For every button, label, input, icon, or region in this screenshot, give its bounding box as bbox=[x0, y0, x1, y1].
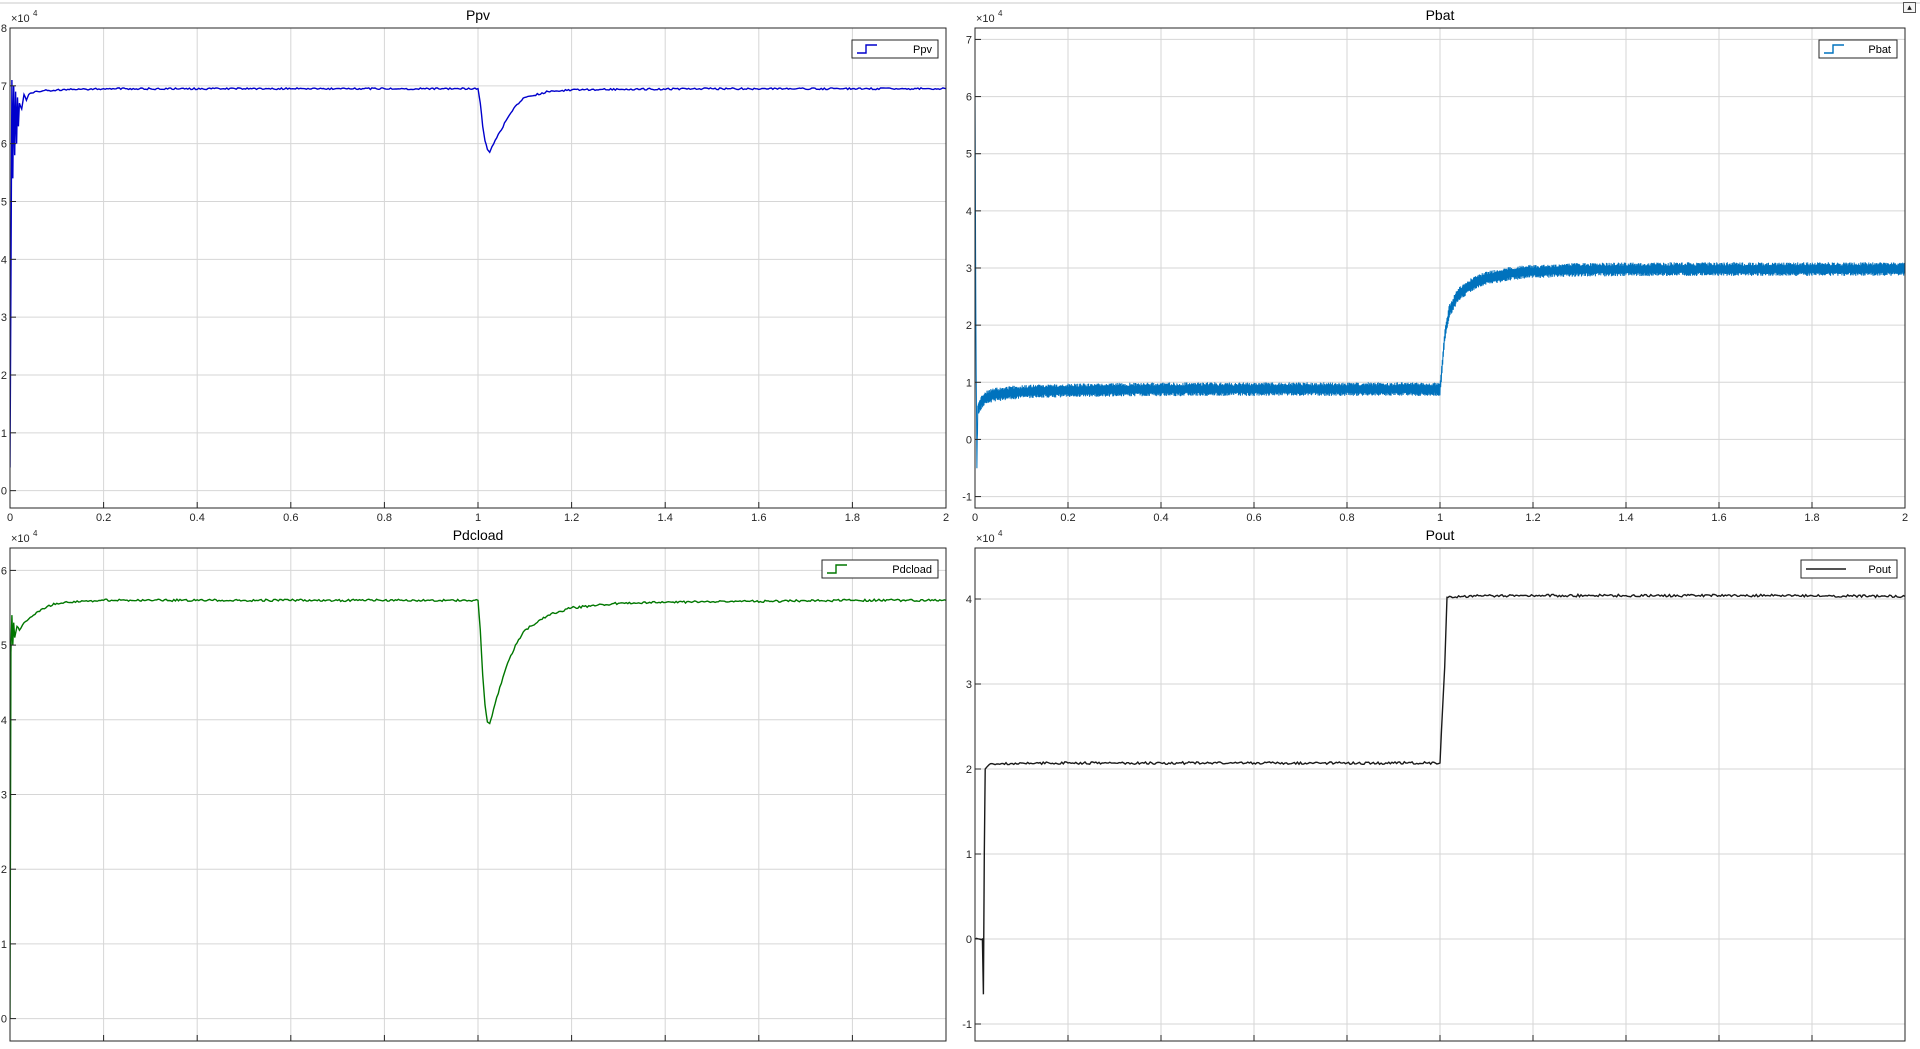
y-tick-label: -1 bbox=[962, 492, 972, 504]
y-tick-label: 0 bbox=[966, 934, 972, 946]
y-tick-label: 4 bbox=[1, 254, 7, 266]
chart-title: Pout bbox=[1426, 527, 1455, 543]
y-tick-label: 1 bbox=[966, 849, 972, 861]
y-tick-label: -1 bbox=[962, 1019, 972, 1031]
y-tick-label: 2 bbox=[1, 370, 7, 382]
x-tick-label: 0.4 bbox=[190, 512, 205, 524]
y-exponent-power: 4 bbox=[33, 529, 38, 538]
x-tick-label: 0.2 bbox=[1060, 512, 1075, 524]
x-tick-label: 1.8 bbox=[845, 512, 860, 524]
chart-pbat: 0 0.2 0.4 0.6 0.8 1 1.2 1.4 1.6 1.8 2-101234567×10… bbox=[962, 7, 1908, 524]
y-tick-label: 8 bbox=[1, 23, 7, 35]
chart-title: Pdcload bbox=[453, 527, 504, 543]
y-tick-label: 2 bbox=[966, 764, 972, 776]
x-tick-label: 1.4 bbox=[1618, 512, 1633, 524]
x-tick-label: 1.2 bbox=[1525, 512, 1540, 524]
chart-title: Ppv bbox=[466, 7, 490, 23]
x-tick-label: 0 bbox=[7, 512, 13, 524]
y-exponent-label: ×10 bbox=[976, 533, 995, 545]
x-tick-label: 2 bbox=[1902, 512, 1908, 524]
y-tick-label: 0 bbox=[1, 486, 7, 498]
y-tick-label: 1 bbox=[966, 377, 972, 389]
legend-label: Pbat bbox=[1868, 44, 1891, 56]
y-tick-label: 5 bbox=[1, 196, 7, 208]
y-tick-label: 4 bbox=[1, 715, 7, 727]
undock-icon[interactable]: ▴ bbox=[1903, 2, 1916, 13]
x-tick-label: 0.8 bbox=[377, 512, 392, 524]
legend-label: Ppv bbox=[913, 44, 932, 56]
y-tick-label: 2 bbox=[966, 320, 972, 332]
y-tick-label: 1 bbox=[1, 939, 7, 951]
x-tick-label: 2 bbox=[943, 512, 949, 524]
x-tick-label: 0.8 bbox=[1339, 512, 1354, 524]
x-tick-label: 1 bbox=[475, 512, 481, 524]
y-exponent-label: ×10 bbox=[976, 13, 995, 25]
y-tick-label: 0 bbox=[966, 434, 972, 446]
scope-plots: 0 0.2 0.4 0.6 0.8 1 1.2 1.4 1.6 1.8 2012345678×10 4… bbox=[0, 2, 1920, 1049]
y-tick-label: 5 bbox=[966, 149, 972, 161]
chart-pdcload: 00.20.40.60.811.21.41.61.820123456×104Pd… bbox=[1, 527, 949, 1049]
y-tick-label: 6 bbox=[1, 565, 7, 577]
legend[interactable]: Pbat bbox=[1818, 39, 1898, 59]
y-exponent-label: ×10 bbox=[11, 13, 30, 25]
y-exponent-power: 4 bbox=[998, 9, 1003, 18]
y-tick-label: 7 bbox=[1, 81, 7, 93]
chart-ppv: 0 0.2 0.4 0.6 0.8 1 1.2 1.4 1.6 1.8 2012345678×10 4… bbox=[1, 7, 949, 524]
legend[interactable]: Pdcload bbox=[821, 559, 939, 579]
y-tick-label: 6 bbox=[966, 92, 972, 104]
chart-title: Pbat bbox=[1426, 7, 1455, 23]
y-tick-label: 3 bbox=[966, 679, 972, 691]
legend[interactable]: Pout bbox=[1800, 559, 1898, 579]
y-tick-label: 1 bbox=[1, 428, 7, 440]
legend-label: Pout bbox=[1868, 564, 1891, 576]
x-tick-label: 0.6 bbox=[283, 512, 298, 524]
y-tick-label: 3 bbox=[1, 312, 7, 324]
y-exponent-power: 4 bbox=[33, 9, 38, 18]
x-tick-label: 0 bbox=[972, 512, 978, 524]
y-exponent-label: ×10 bbox=[11, 533, 30, 545]
y-exponent-power: 4 bbox=[998, 529, 1003, 538]
y-tick-label: 4 bbox=[966, 206, 972, 218]
legend-label: Pdcload bbox=[892, 564, 932, 576]
scope-window: 0 0.2 0.4 0.6 0.8 1 1.2 1.4 1.6 1.8 2 0 1 2 3 4 5 6 7 8 ×10 4… bbox=[0, 0, 1920, 1049]
y-tick-label: 0 bbox=[1, 1014, 7, 1026]
x-tick-label: 1.2 bbox=[564, 512, 579, 524]
y-tick-label: 5 bbox=[1, 640, 7, 652]
x-tick-label: 0.4 bbox=[1153, 512, 1168, 524]
legend[interactable]: Ppv bbox=[851, 39, 939, 59]
y-tick-label: 7 bbox=[966, 34, 972, 46]
y-tick-label: 6 bbox=[1, 139, 7, 151]
y-tick-label: 3 bbox=[1, 790, 7, 802]
y-tick-label: 3 bbox=[966, 263, 972, 275]
chart-pout: 00.20.40.60.811.21.41.61.82-101234×104Po… bbox=[962, 527, 1908, 1049]
x-tick-label: 1.8 bbox=[1804, 512, 1819, 524]
x-tick-label: 0.6 bbox=[1246, 512, 1261, 524]
x-tick-label: 1 bbox=[1437, 512, 1443, 524]
x-tick-label: 1.4 bbox=[658, 512, 673, 524]
y-tick-label: 4 bbox=[966, 594, 972, 606]
x-tick-label: 1.6 bbox=[1711, 512, 1726, 524]
x-tick-label: 0.2 bbox=[96, 512, 111, 524]
y-tick-label: 2 bbox=[1, 864, 7, 876]
x-tick-label: 1.6 bbox=[751, 512, 766, 524]
